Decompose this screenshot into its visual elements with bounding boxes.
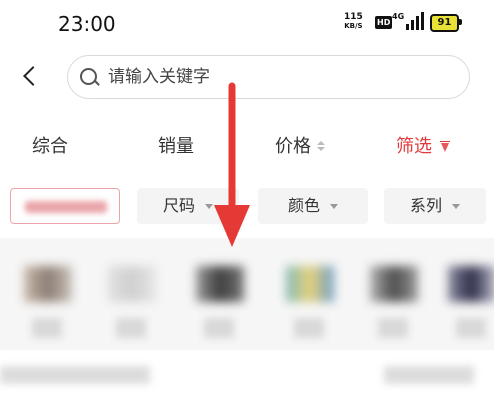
chip-series[interactable]: 系列 — [384, 188, 486, 224]
chip-series-label: 系列 — [409, 196, 442, 215]
network-speed-unit: KB/S — [344, 22, 363, 30]
battery-cap — [459, 19, 462, 25]
tab-filter[interactable]: 筛选 — [396, 132, 452, 158]
category-label — [32, 318, 62, 338]
caret-down-icon — [330, 204, 338, 209]
battery-icon: 91 — [430, 14, 459, 32]
chip-color-label: 颜色 — [287, 196, 320, 215]
category-thumbnail — [448, 266, 494, 302]
category-label — [204, 318, 234, 338]
tab-price[interactable]: 价格 — [275, 132, 325, 158]
blurred-product-title — [0, 366, 150, 384]
caret-down-icon — [205, 204, 213, 209]
chip-selected[interactable] — [10, 188, 120, 224]
chip-size[interactable]: 尺码 — [137, 188, 239, 224]
network-type: 4G — [392, 12, 405, 21]
category-label — [456, 318, 486, 338]
tab-sales[interactable]: 销量 — [158, 132, 194, 158]
chip-size-label: 尺码 — [162, 196, 195, 215]
category-item[interactable] — [364, 246, 424, 346]
network-speed-value: 115 — [344, 12, 363, 22]
tab-price-label: 价格 — [275, 136, 311, 157]
back-icon — [23, 66, 43, 86]
funnel-icon — [440, 141, 452, 153]
network-speed: 115 KB/S — [344, 13, 363, 31]
tab-sales-label: 销量 — [158, 136, 194, 157]
tab-filter-label: 筛选 — [396, 136, 432, 157]
category-item[interactable] — [190, 246, 250, 346]
tab-overall-label: 综合 — [32, 136, 68, 157]
hd-badge: HD — [375, 16, 393, 29]
category-strip — [0, 238, 494, 350]
category-item[interactable] — [102, 246, 162, 346]
sort-icon — [317, 141, 325, 153]
signal-icon: 4G — [392, 12, 426, 32]
category-thumbnail — [24, 266, 72, 302]
category-label — [294, 318, 324, 338]
chip-color[interactable]: 颜色 — [258, 188, 368, 224]
caret-down-icon — [452, 204, 460, 209]
tab-overall[interactable]: 综合 — [32, 132, 68, 158]
category-thumbnail — [108, 266, 156, 302]
search-icon — [80, 68, 97, 85]
category-item[interactable] — [442, 246, 494, 346]
search-input[interactable] — [108, 63, 438, 91]
category-label — [378, 318, 408, 338]
status-bar: 23:00 115 KB/S HD 4G 91 — [0, 0, 494, 48]
status-time: 23:00 — [58, 12, 116, 36]
category-item[interactable] — [280, 246, 340, 346]
blurred-chip-label — [25, 201, 107, 213]
category-item[interactable] — [18, 246, 78, 346]
category-thumbnail — [286, 266, 334, 302]
category-label — [116, 318, 146, 338]
category-thumbnail — [370, 266, 418, 302]
category-thumbnail — [196, 266, 244, 302]
back-button[interactable] — [18, 62, 43, 92]
blurred-product-price — [384, 366, 474, 384]
